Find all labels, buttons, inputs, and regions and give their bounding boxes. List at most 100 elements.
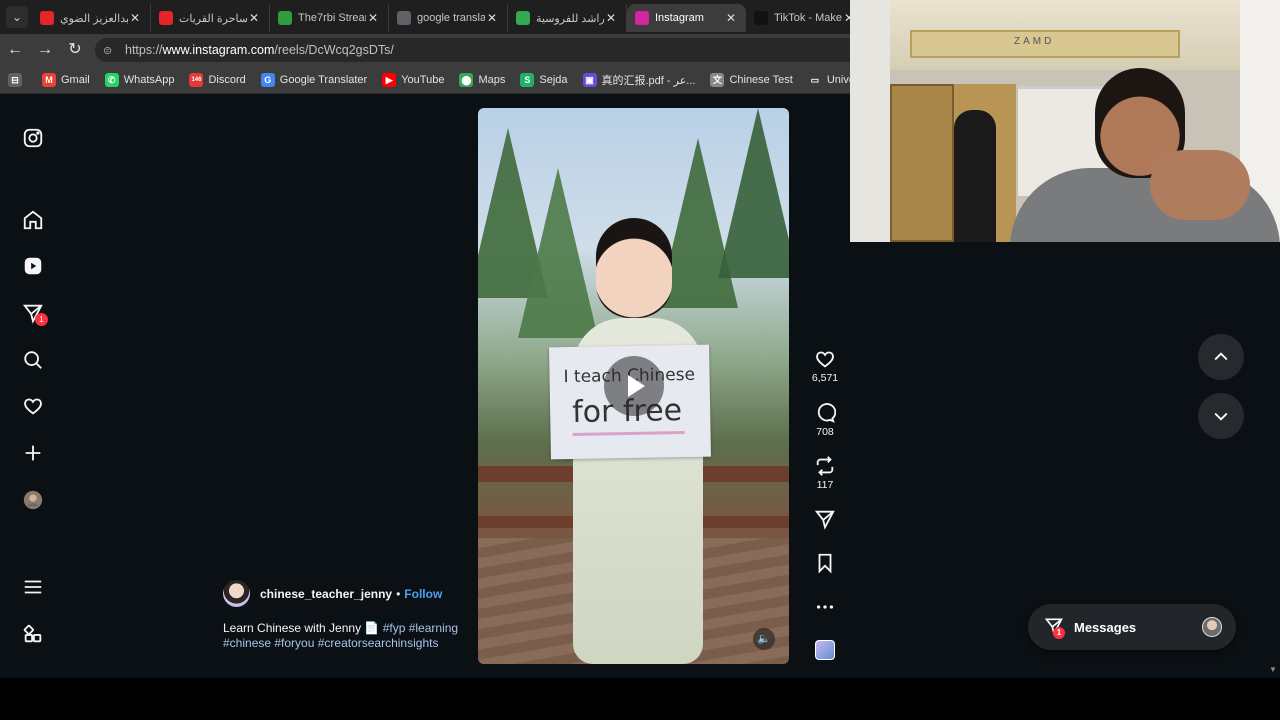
messages-label: Messages — [1074, 619, 1137, 635]
bookmark-chinese-test[interactable]: 文 Chinese Test — [710, 72, 793, 87]
tab-close-icon[interactable]: ✕ — [247, 11, 261, 25]
webcam-coat — [954, 110, 996, 242]
pdf-icon: ▣ — [582, 72, 597, 87]
caption-text: Learn Chinese with Jenny 📄 — [223, 621, 383, 635]
profile-avatar[interactable] — [18, 485, 48, 515]
bookmark-gmail[interactable]: M Gmail — [42, 72, 90, 87]
tab-title: TikTok - Make Y — [774, 12, 842, 24]
original-audio-thumbnail[interactable] — [815, 640, 835, 660]
follow-button[interactable]: Follow — [404, 587, 442, 601]
background-tree — [718, 108, 789, 278]
more-menu-icon[interactable] — [18, 572, 48, 602]
bookmark-label: 真的汇报.pdf - عر... — [601, 74, 696, 87]
tab[interactable]: The7rbi Stream✕ — [270, 4, 389, 32]
save-bookmark-button[interactable] — [806, 552, 844, 574]
search-icon[interactable] — [18, 345, 48, 375]
tab-title: Instagram — [655, 12, 704, 24]
bookmark-label: Sejda — [539, 73, 568, 86]
maps-icon: ⬤ — [459, 72, 474, 87]
site-info-icon[interactable]: ⊜ — [103, 44, 117, 57]
bookmark-label: Maps — [478, 73, 506, 86]
tabs-container: عبدالعزيز الضوي✕ساحرة القريات✕The7rbi St… — [32, 4, 865, 32]
tab[interactable]: عبدالعزيز الضوي✕ — [32, 4, 151, 32]
sejda-icon: S — [520, 72, 535, 87]
bookmark-apps[interactable]: ⊟ — [8, 72, 27, 87]
address-bar[interactable]: ⊜ https://www.instagram.com/reels/DcWcq2… — [95, 38, 850, 62]
also-from-meta-icon[interactable] — [18, 619, 48, 649]
chevron-down-icon — [1214, 412, 1228, 421]
translate-icon: G — [260, 72, 275, 87]
mute-toggle-icon[interactable]: 🔈 — [753, 628, 775, 650]
instagram-logo-icon[interactable] — [18, 123, 48, 153]
previous-reel-button[interactable] — [1198, 334, 1244, 380]
repost-count: 117 — [816, 479, 834, 491]
like-button[interactable]: 6,571 — [806, 348, 844, 384]
tab-title: The7rbi Stream — [298, 12, 366, 24]
messages-icon[interactable]: 1 — [18, 298, 48, 328]
caption-tags[interactable]: #chinese #foryou #creatorsearchinsights — [223, 636, 438, 650]
tab[interactable]: نادي راشد للفروسية✕ — [508, 4, 627, 32]
webcam-shelf-text: ZAMD — [1014, 36, 1055, 47]
discord-icon: 146 — [189, 72, 204, 87]
messages-widget[interactable]: 1 Messages — [1028, 604, 1236, 650]
more-options-icon[interactable] — [806, 596, 844, 618]
scroll-down-arrow-icon[interactable]: ▼ — [1269, 665, 1277, 674]
comment-count: 708 — [816, 426, 834, 438]
background-tree — [518, 168, 598, 338]
tab-strip: ⌄ عبدالعزيز الضوي✕ساحرة القريات✕The7rbi … — [0, 0, 865, 34]
messages-contact-avatar — [1202, 617, 1222, 637]
tab-close-icon[interactable]: ✕ — [724, 11, 738, 25]
like-count: 6,571 — [811, 372, 839, 384]
chevron-up-icon — [1214, 352, 1228, 361]
tab[interactable]: ساحرة القريات ✕ — [151, 4, 270, 32]
create-plus-icon[interactable] — [18, 438, 48, 468]
notifications-heart-icon[interactable] — [18, 391, 48, 421]
sign-underline — [572, 431, 685, 437]
back-button[interactable]: ← — [0, 35, 30, 65]
play-button[interactable] — [604, 356, 664, 416]
whatsapp-icon: ✆ — [104, 72, 119, 87]
webcam-overlay: ZAMD — [850, 0, 1280, 242]
tab-close-icon[interactable]: ✕ — [128, 11, 142, 25]
bookmark-pdf[interactable]: ▣ 真的汇报.pdf - عر... — [582, 72, 696, 88]
reload-button[interactable]: ↻ — [60, 35, 90, 65]
tab-close-icon[interactable]: ✕ — [604, 11, 618, 25]
bookmark-label: Universities — [826, 73, 850, 86]
tab[interactable]: Instagram ✕ — [627, 4, 746, 32]
bookmark-sejda[interactable]: S Sejda — [520, 72, 568, 87]
author-avatar[interactable] — [223, 580, 250, 607]
bookmark-label: Gmail — [61, 73, 90, 86]
repost-button[interactable]: 117 — [806, 455, 844, 491]
reels-icon[interactable] — [18, 251, 48, 281]
webcam-wall — [850, 0, 890, 242]
youtube-icon: ▶ — [382, 72, 397, 87]
bookmark-universities[interactable]: ▭ Universities — [807, 72, 850, 87]
comment-button[interactable]: 708 — [806, 402, 844, 438]
bookmark-maps[interactable]: ⬤ Maps — [459, 72, 506, 87]
reel-author: chinese_teacher_jenny • Follow — [223, 580, 442, 607]
tab[interactable]: google translate✕ — [389, 4, 508, 32]
bookmark-discord[interactable]: 146 Discord — [189, 72, 246, 87]
tab-close-icon[interactable]: ✕ — [366, 11, 380, 25]
tab-favicon-icon — [397, 11, 411, 25]
next-reel-button[interactable] — [1198, 393, 1244, 439]
reel-caption[interactable]: Learn Chinese with Jenny 📄 #fyp #learnin… — [223, 621, 473, 651]
messages-send-icon: 1 — [1044, 616, 1066, 639]
tab-search-menu-button[interactable]: ⌄ — [6, 6, 28, 28]
tab-favicon-icon — [635, 11, 649, 25]
bookmarks-bar: ⊟ M Gmail ✆ WhatsApp 146 Discord G Google Transl… — [0, 66, 850, 94]
tab-title: نادي راشد للفروسية — [536, 12, 604, 25]
bookmark-whatsapp[interactable]: ✆ WhatsApp — [104, 72, 175, 87]
caption-tags[interactable]: #fyp #learning — [383, 621, 458, 635]
url-host: www.instagram.com — [162, 43, 275, 57]
author-username[interactable]: chinese_teacher_jenny — [260, 587, 392, 601]
reel-video[interactable]: I teach Chinese for free 🔈 — [478, 108, 789, 664]
forward-button[interactable]: → — [30, 35, 60, 65]
share-button[interactable] — [806, 508, 844, 530]
bookmark-youtube[interactable]: ▶ YouTube — [382, 72, 444, 87]
home-icon[interactable] — [18, 205, 48, 235]
bookmark-google-translater[interactable]: G Google Translater — [260, 72, 367, 87]
bookmark-label: WhatsApp — [123, 73, 175, 86]
tab-close-icon[interactable]: ✕ — [485, 11, 499, 25]
tab[interactable]: TikTok - Make Y✕ — [746, 4, 865, 32]
